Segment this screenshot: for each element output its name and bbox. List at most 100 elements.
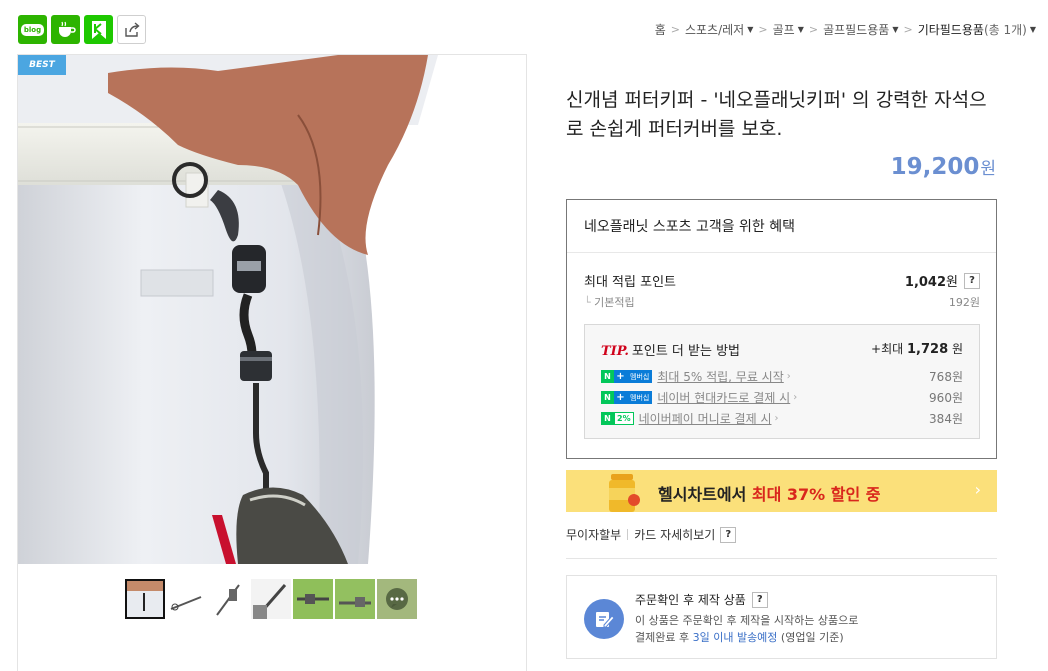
membership-link[interactable]: 최대 5% 적립, 무료 시작 bbox=[657, 368, 783, 385]
max-points-unit: 원 bbox=[946, 275, 958, 290]
thumbnail-1[interactable] bbox=[125, 579, 165, 619]
max-points-value: 1,042 bbox=[904, 275, 947, 290]
tip-max-prefix: +최대 bbox=[871, 342, 904, 356]
card-detail-link[interactable]: 카드 자세히보기 bbox=[634, 526, 715, 543]
product-photo bbox=[18, 55, 526, 564]
chevron-down-icon[interactable]: ▼ bbox=[892, 25, 898, 34]
product-main-image[interactable]: BEST bbox=[18, 55, 526, 564]
kakaostory-share-button[interactable] bbox=[84, 15, 113, 44]
benefit-box: 네오플래닛 스포츠 고객을 위한 혜택 최대 적립 포인트 1,042원 ? └… bbox=[566, 199, 997, 459]
order-title: 주문확인 후 제작 상품 ? bbox=[635, 591, 768, 608]
chevron-right-icon: › bbox=[774, 413, 779, 424]
membership-label: 멤버십 bbox=[627, 370, 653, 383]
basic-points-label: 기본적립 bbox=[594, 296, 635, 309]
blog-icon: blog bbox=[20, 23, 45, 36]
plus-icon: + bbox=[614, 391, 627, 404]
order-line-2-prefix: 결제완료 후 bbox=[635, 631, 693, 644]
naver-n-icon: N bbox=[601, 391, 614, 404]
thumbnail-3[interactable] bbox=[209, 579, 249, 619]
basic-points-value: 192원 bbox=[948, 296, 980, 309]
order-line-2-suffix: (영업일 기준) bbox=[777, 631, 844, 644]
breadcrumb-separator: > bbox=[903, 23, 913, 36]
thumbnail-6[interactable] bbox=[335, 579, 375, 619]
blog-share-button[interactable]: blog bbox=[18, 15, 47, 44]
chevron-down-icon[interactable]: ▼ bbox=[747, 25, 753, 34]
naver-membership-badge: N + 멤버십 bbox=[601, 391, 653, 404]
tip-title-text: 포인트 더 받는 방법 bbox=[631, 344, 740, 359]
membership-label: 멤버십 bbox=[627, 391, 653, 404]
order-line-1: 이 상품은 주문확인 후 제작을 시작하는 상품으로 bbox=[635, 614, 859, 627]
thumbnail-more[interactable] bbox=[377, 579, 417, 619]
breadcrumb-home[interactable]: 홈 bbox=[655, 21, 666, 38]
tip-max: +최대 1,728 원 bbox=[871, 340, 963, 357]
chevron-down-icon[interactable]: ▼ bbox=[798, 25, 804, 34]
breadcrumb-separator: > bbox=[808, 23, 819, 36]
chevron-right-icon: › bbox=[786, 371, 791, 382]
tip-box: TIP. 포인트 더 받는 방법 +최대 1,728 원 N + 멤버십 최대 5% … bbox=[584, 324, 980, 439]
thumbnail-2[interactable] bbox=[167, 579, 207, 619]
naverpay-money-link[interactable]: 네이버페이 머니로 결제 시 bbox=[639, 410, 772, 427]
naver-membership-badge: N + 멤버십 bbox=[601, 370, 653, 383]
thumbnail-4[interactable] bbox=[251, 579, 291, 619]
breadcrumb-separator: > bbox=[758, 23, 768, 36]
best-badge: BEST bbox=[18, 55, 66, 75]
naverpay-amount: 384원 bbox=[929, 412, 963, 426]
card-help-button[interactable]: ? bbox=[720, 526, 737, 543]
supplement-bottle-icon bbox=[609, 474, 640, 512]
card-info: 무이자할부 카드 자세히보기 ? bbox=[566, 526, 737, 543]
chevron-down-icon[interactable]: ▼ bbox=[1030, 25, 1036, 34]
max-points-label: 최대 적립 포인트 bbox=[584, 275, 676, 290]
breadcrumb: 홈 > 스포츠/레저 ▼ > 골프 ▼ > 골프필드용품 ▼ > 기타필드용품 … bbox=[655, 21, 1036, 38]
membership-amount: 768원 bbox=[929, 370, 963, 384]
price-value: 19,200 bbox=[890, 154, 980, 180]
thumbnail-5[interactable] bbox=[293, 579, 333, 619]
tip-title: TIP. 포인트 더 받는 방법 bbox=[601, 340, 740, 359]
order-shipping-estimate: 3일 이내 발송예정 bbox=[692, 631, 778, 644]
breadcrumb-other-field[interactable]: 기타필드용품 bbox=[918, 21, 984, 38]
plus-icon: + bbox=[614, 370, 627, 383]
thumbnail-strip bbox=[125, 579, 417, 619]
breadcrumb-golf-field[interactable]: 골프필드용품 bbox=[823, 21, 889, 38]
basic-points-row: └ 기본적립 192원 bbox=[584, 296, 980, 309]
hyundai-card-link[interactable]: 네이버 현대카드로 결제 시 bbox=[657, 389, 790, 406]
percent-label: 2% bbox=[614, 412, 634, 425]
share-icon bbox=[124, 21, 140, 37]
tip-max-value: 1,728 bbox=[907, 342, 949, 357]
cafe-share-button[interactable] bbox=[51, 15, 80, 44]
promo-text: 헬시차트에서 최대 37% 할인 중 bbox=[658, 481, 881, 505]
breadcrumb-golf[interactable]: 골프 bbox=[773, 21, 795, 38]
hyundai-card-amount: 960원 bbox=[929, 391, 963, 405]
points-help-button[interactable]: ? bbox=[964, 272, 980, 289]
tip-line-hyundai-card: N + 멤버십 네이버 현대카드로 결제 시 › 960원 bbox=[601, 389, 963, 406]
naverpay-badge: N 2% bbox=[601, 412, 634, 425]
product-title: 신개념 퍼터키퍼 - '네오플래닛키퍼' 의 강력한 자석으로 손쉽게 퍼터커버… bbox=[566, 89, 987, 140]
divider bbox=[566, 558, 997, 559]
breadcrumb-separator: > bbox=[670, 23, 680, 36]
order-line-2: 결제완료 후 3일 이내 발송예정 (영업일 기준) bbox=[635, 629, 844, 645]
kakaostory-icon bbox=[91, 20, 106, 39]
promo-text-highlight: 최대 37% 할인 중 bbox=[751, 485, 881, 504]
product-image-panel: BEST bbox=[17, 54, 527, 671]
order-title-text: 주문확인 후 제작 상품 bbox=[635, 593, 746, 607]
tip-line-naverpay: N 2% 네이버페이 머니로 결제 시 › 384원 bbox=[601, 410, 963, 427]
breadcrumb-sports[interactable]: 스포츠/레저 bbox=[685, 21, 744, 38]
edit-note-icon bbox=[584, 599, 624, 639]
promo-banner[interactable]: 헬시차트에서 최대 37% 할인 중 › bbox=[566, 470, 997, 512]
divider bbox=[627, 529, 629, 540]
product-price: 19,200원 bbox=[891, 154, 996, 180]
tip-max-unit: 원 bbox=[951, 342, 963, 356]
installment-link[interactable]: 무이자할부 bbox=[566, 526, 621, 543]
benefit-header: 네오플래닛 스포츠 고객을 위한 혜택 bbox=[567, 200, 996, 253]
share-bar: blog bbox=[18, 15, 146, 44]
price-unit: 원 bbox=[980, 159, 996, 179]
cafe-icon bbox=[58, 21, 76, 37]
chevron-right-icon: › bbox=[974, 480, 981, 499]
naver-n-icon: N bbox=[601, 412, 614, 425]
made-to-order-notice: 주문확인 후 제작 상품 ? 이 상품은 주문확인 후 제작을 시작하는 상품으… bbox=[566, 575, 997, 659]
naver-n-icon: N bbox=[601, 370, 614, 383]
order-help-button[interactable]: ? bbox=[751, 591, 768, 608]
share-button[interactable] bbox=[117, 15, 146, 44]
breadcrumb-count: (총 1개) bbox=[983, 23, 1027, 37]
promo-text-prefix: 헬시차트에서 bbox=[658, 485, 752, 504]
max-points-row: 최대 적립 포인트 1,042원 ? bbox=[584, 271, 980, 290]
